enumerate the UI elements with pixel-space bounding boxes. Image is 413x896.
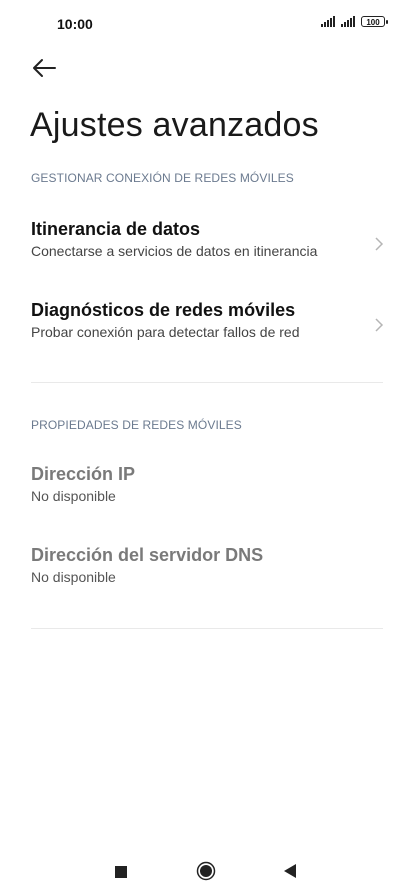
- ip-address-item: Dirección IP No disponible: [0, 464, 413, 524]
- roaming-subtitle: Conectarse a servicios de datos en itine…: [31, 243, 318, 259]
- roaming-item[interactable]: Itinerancia de datos Conectarse a servic…: [0, 219, 413, 279]
- back-arrow-icon: [33, 59, 56, 77]
- network-diagnostics-item[interactable]: Diagnósticos de redes móviles Probar con…: [0, 300, 413, 360]
- square-icon: [115, 866, 127, 878]
- battery-icon: 100: [361, 16, 388, 27]
- status-bar: 10:00 100: [0, 0, 413, 48]
- triangle-back-icon: [284, 864, 296, 878]
- section-header-properties: PROPIEDADES DE REDES MÓVILES: [31, 418, 242, 432]
- chevron-right-icon: [375, 237, 384, 251]
- ip-address-value: No disponible: [31, 488, 116, 504]
- network-diagnostics-subtitle: Probar conexión para detectar fallos de …: [31, 324, 300, 340]
- dns-address-item: Dirección del servidor DNS No disponible: [0, 545, 413, 605]
- status-icons: 100: [321, 16, 388, 27]
- section-divider: [31, 628, 383, 629]
- status-time: 10:00: [57, 16, 93, 32]
- dns-address-title: Dirección del servidor DNS: [31, 545, 264, 565]
- signal-icon: [341, 16, 355, 27]
- network-diagnostics-title: Diagnósticos de redes móviles: [31, 300, 296, 320]
- roaming-title: Itinerancia de datos: [31, 219, 201, 239]
- page-title: Ajustes avanzados: [30, 106, 319, 144]
- back-nav-button[interactable]: [284, 864, 296, 883]
- navigation-bar: [0, 848, 413, 896]
- circle-icon: [196, 861, 216, 881]
- dns-address-value: No disponible: [31, 569, 116, 585]
- ip-address-title: Dirección IP: [31, 464, 136, 484]
- home-button[interactable]: [196, 861, 216, 886]
- section-divider: [31, 382, 383, 383]
- signal-icon: [321, 16, 335, 27]
- chevron-right-icon: [375, 318, 384, 332]
- back-button[interactable]: [31, 56, 57, 80]
- recents-button[interactable]: [115, 865, 127, 883]
- section-header-manage: GESTIONAR CONEXIÓN DE REDES MÓVILES: [31, 171, 294, 185]
